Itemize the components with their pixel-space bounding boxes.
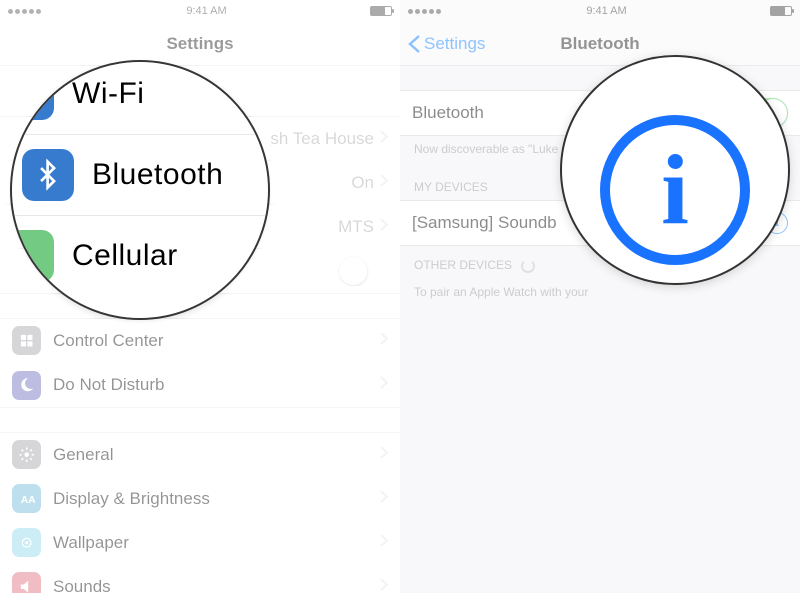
battery-icon <box>770 6 792 16</box>
back-label: Settings <box>424 34 485 54</box>
chevron-right-icon <box>380 578 388 593</box>
page-title: Settings <box>166 34 233 54</box>
dnd-row[interactable]: Do Not Disturb <box>0 363 400 407</box>
chevron-right-icon <box>380 332 388 350</box>
back-button[interactable]: Settings <box>408 34 485 54</box>
mag-cellular-row[interactable]: Cellular <box>12 216 268 296</box>
chevron-right-icon <box>380 490 388 508</box>
display-label: Display & Brightness <box>53 489 380 509</box>
other-devices-label: OTHER DEVICES <box>414 258 512 272</box>
wallpaper-icon <box>12 528 41 557</box>
svg-text:AA: AA <box>21 495 35 506</box>
mag-bluetooth-row[interactable]: Bluetooth <box>12 135 268 216</box>
cellular-icon <box>10 230 54 282</box>
dnd-label: Do Not Disturb <box>53 375 380 395</box>
status-time: 9:41 AM <box>586 5 626 17</box>
gear-icon <box>12 440 41 469</box>
control-center-label: Control Center <box>53 331 380 351</box>
chevron-right-icon <box>380 130 388 148</box>
chevron-right-icon <box>380 534 388 552</box>
magnifier-right: i <box>560 55 790 285</box>
bluetooth-icon <box>22 149 74 201</box>
magnifier-left: Wi-Fi Bluetooth Cellular <box>10 60 270 320</box>
mag-wifi-row[interactable]: Wi-Fi <box>12 60 268 135</box>
mag-cellular-label: Cellular <box>72 239 178 273</box>
control-center-icon <box>12 326 41 355</box>
general-row[interactable]: General <box>0 433 400 477</box>
sounds-icon <box>12 572 41 593</box>
page-title: Bluetooth <box>560 34 639 54</box>
signal-dots <box>8 5 43 17</box>
status-bar: 9:41 AM <box>400 0 800 22</box>
brightness-icon: AA <box>12 484 41 513</box>
chevron-right-icon <box>380 446 388 464</box>
bluetooth-value: On <box>351 173 374 193</box>
control-center-row[interactable]: Control Center <box>0 319 400 363</box>
cellular-value: MTS <box>338 217 374 237</box>
general-label: General <box>53 445 380 465</box>
moon-icon <box>12 371 41 400</box>
sounds-row[interactable]: Sounds <box>0 565 400 593</box>
chevron-right-icon <box>380 174 388 192</box>
chevron-right-icon <box>380 218 388 236</box>
sounds-label: Sounds <box>53 577 380 593</box>
display-row[interactable]: AA Display & Brightness <box>0 477 400 521</box>
wallpaper-label: Wallpaper <box>53 533 380 553</box>
wifi-icon <box>10 68 54 120</box>
chevron-right-icon <box>380 376 388 394</box>
battery-icon <box>370 6 392 16</box>
spinner-icon <box>521 259 535 273</box>
info-glyph: i <box>661 140 689 240</box>
status-time: 9:41 AM <box>186 5 226 17</box>
wifi-value: sh Tea House <box>270 129 374 149</box>
mag-bluetooth-label: Bluetooth <box>92 158 223 192</box>
wallpaper-row[interactable]: Wallpaper <box>0 521 400 565</box>
settings-screen: 9:41 AM Settings sh Tea House On MTS <box>0 0 400 593</box>
toggle-off-icon[interactable] <box>338 256 388 286</box>
pair-note: To pair an Apple Watch with your <box>400 279 800 311</box>
status-bar: 9:41 AM <box>0 0 400 22</box>
signal-dots <box>408 5 443 17</box>
mag-wifi-label: Wi-Fi <box>72 77 144 111</box>
bluetooth-screen: 9:41 AM Settings Bluetooth Bluetooth Now… <box>400 0 800 593</box>
info-icon-large[interactable]: i <box>600 115 750 265</box>
nav-bar: Settings <box>0 22 400 66</box>
